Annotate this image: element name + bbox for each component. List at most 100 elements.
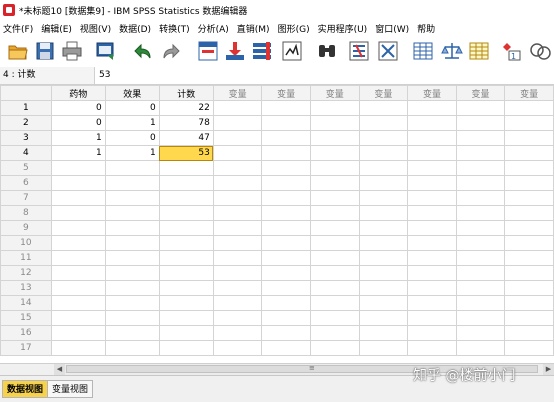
data-cell[interactable]: 22 <box>158 100 214 116</box>
empty-cell[interactable] <box>261 250 311 266</box>
empty-cell[interactable] <box>358 145 409 161</box>
empty-cell[interactable] <box>309 310 360 326</box>
scroll-left-arrow-icon[interactable]: ◀ <box>54 364 65 375</box>
empty-cell[interactable] <box>50 205 106 221</box>
row-header[interactable]: 13 <box>0 280 52 296</box>
column-header-var[interactable]: 变量 <box>309 85 360 101</box>
empty-cell[interactable] <box>212 145 263 161</box>
scroll-right-arrow-icon[interactable]: ▶ <box>543 364 554 375</box>
empty-cell[interactable] <box>407 190 457 206</box>
empty-cell[interactable] <box>455 100 506 116</box>
empty-cell[interactable] <box>50 250 106 266</box>
data-cell[interactable]: 0 <box>104 130 160 146</box>
empty-cell[interactable] <box>309 130 360 146</box>
empty-cell[interactable] <box>407 175 457 191</box>
empty-cell[interactable] <box>407 160 457 176</box>
empty-cell[interactable] <box>50 175 106 191</box>
column-header-drug[interactable]: 药物 <box>50 85 106 101</box>
menu-edit[interactable]: 编辑(E) <box>38 22 77 35</box>
empty-cell[interactable] <box>309 160 360 176</box>
empty-cell[interactable] <box>455 250 506 266</box>
row-header[interactable]: 17 <box>0 340 52 356</box>
empty-cell[interactable] <box>261 340 311 356</box>
row-header[interactable]: 9 <box>0 220 52 236</box>
empty-cell[interactable] <box>455 235 506 251</box>
empty-cell[interactable] <box>455 220 506 236</box>
empty-cell[interactable] <box>212 250 263 266</box>
column-header-var[interactable]: 变量 <box>407 85 457 101</box>
row-header[interactable]: 3 <box>0 130 52 146</box>
data-cell[interactable]: 1 <box>50 130 106 146</box>
empty-cell[interactable] <box>407 325 457 341</box>
empty-cell[interactable] <box>309 115 360 131</box>
empty-cell[interactable] <box>407 235 457 251</box>
empty-cell[interactable] <box>212 175 263 191</box>
empty-cell[interactable] <box>50 325 106 341</box>
empty-cell[interactable] <box>212 220 263 236</box>
empty-cell[interactable] <box>455 145 506 161</box>
column-header-effect[interactable]: 效果 <box>104 85 160 101</box>
empty-cell[interactable] <box>50 220 106 236</box>
empty-cell[interactable] <box>309 190 360 206</box>
empty-cell[interactable] <box>104 160 160 176</box>
empty-cell[interactable] <box>504 220 554 236</box>
empty-cell[interactable] <box>407 205 457 221</box>
empty-cell[interactable] <box>50 235 106 251</box>
empty-cell[interactable] <box>358 310 409 326</box>
empty-cell[interactable] <box>212 280 263 296</box>
empty-cell[interactable] <box>455 340 506 356</box>
cell-value-input[interactable]: 53 <box>99 67 110 84</box>
empty-cell[interactable] <box>504 265 554 281</box>
row-header[interactable]: 15 <box>0 310 52 326</box>
empty-cell[interactable] <box>158 340 214 356</box>
empty-cell[interactable] <box>212 310 263 326</box>
row-header[interactable]: 16 <box>0 325 52 341</box>
menu-view[interactable]: 视图(V) <box>77 22 116 35</box>
empty-cell[interactable] <box>455 325 506 341</box>
empty-cell[interactable] <box>212 265 263 281</box>
variables-icon[interactable] <box>250 39 274 63</box>
empty-cell[interactable] <box>455 205 506 221</box>
empty-cell[interactable] <box>504 310 554 326</box>
empty-cell[interactable] <box>504 190 554 206</box>
empty-cell[interactable] <box>504 235 554 251</box>
empty-cell[interactable] <box>504 205 554 221</box>
empty-cell[interactable] <box>407 145 457 161</box>
data-cell[interactable]: 53 <box>158 145 214 161</box>
empty-cell[interactable] <box>50 310 106 326</box>
empty-cell[interactable] <box>212 295 263 311</box>
data-cell[interactable]: 0 <box>50 115 106 131</box>
grid-corner[interactable] <box>0 85 52 101</box>
empty-cell[interactable] <box>407 280 457 296</box>
empty-cell[interactable] <box>261 280 311 296</box>
column-header-count[interactable]: 计数 <box>158 85 214 101</box>
column-header-var[interactable]: 变量 <box>504 85 554 101</box>
empty-cell[interactable] <box>261 265 311 281</box>
row-header[interactable]: 2 <box>0 115 52 131</box>
undo-icon[interactable] <box>130 39 154 63</box>
empty-cell[interactable] <box>309 235 360 251</box>
empty-cell[interactable] <box>358 205 409 221</box>
empty-cell[interactable] <box>455 190 506 206</box>
empty-cell[interactable] <box>407 100 457 116</box>
column-header-var[interactable]: 变量 <box>212 85 263 101</box>
empty-cell[interactable] <box>455 265 506 281</box>
insert-cases-icon[interactable] <box>347 39 371 63</box>
empty-cell[interactable] <box>504 340 554 356</box>
use-sets-icon[interactable] <box>528 39 552 63</box>
empty-cell[interactable] <box>212 340 263 356</box>
empty-cell[interactable] <box>358 100 409 116</box>
empty-cell[interactable] <box>261 220 311 236</box>
empty-cell[interactable] <box>104 235 160 251</box>
menu-direct-marketing[interactable]: 直销(M) <box>234 22 275 35</box>
empty-cell[interactable] <box>104 295 160 311</box>
empty-cell[interactable] <box>50 280 106 296</box>
dialog-recall-icon[interactable] <box>94 39 118 63</box>
data-cell[interactable]: 1 <box>104 115 160 131</box>
empty-cell[interactable] <box>158 265 214 281</box>
empty-cell[interactable] <box>358 175 409 191</box>
menu-utilities[interactable]: 实用程序(U) <box>315 22 373 35</box>
data-cell[interactable]: 1 <box>50 145 106 161</box>
empty-cell[interactable] <box>261 115 311 131</box>
empty-cell[interactable] <box>504 160 554 176</box>
